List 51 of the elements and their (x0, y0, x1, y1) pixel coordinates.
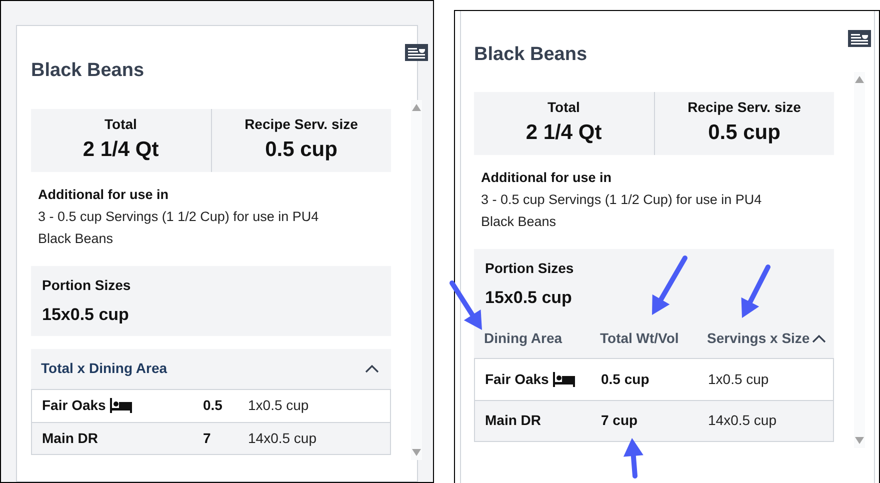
recipe-title: Black Beans (474, 43, 588, 67)
annotation-arrow (450, 280, 482, 330)
table-cell-text: 7 (203, 428, 212, 448)
scroll-down-icon[interactable] (855, 437, 864, 444)
table-cell-text: 7 cup (601, 411, 639, 430)
portion-label: Portion Sizes (485, 258, 575, 278)
chevron-icon[interactable] (365, 364, 379, 373)
column-header: Total Wt/Vol (600, 328, 680, 348)
column-header: Servings x Size (707, 328, 811, 348)
column-header: Dining Area (484, 328, 564, 348)
annotation-arrow (652, 256, 688, 315)
portion-value: 15x0.5 cup (485, 286, 573, 308)
bed-icon (552, 372, 575, 386)
additional-label: Additional for use in (481, 168, 612, 186)
summary-label: Total (104, 114, 137, 134)
dining-area-name: Fair Oaks (42, 396, 106, 415)
table-cell-text: 0.5 (203, 396, 224, 415)
recipe-title: Black Beans (31, 59, 144, 83)
scroll-up-icon[interactable] (855, 76, 864, 83)
dining-area-name: Main DR (42, 428, 98, 448)
table-cell-text: 1x0.5 cup (248, 396, 309, 415)
summary-value: 2 1/4 Qt (526, 120, 602, 146)
table-cell-text: 14x0.5 cup (248, 428, 316, 448)
dining-area-name: Main DR (485, 411, 541, 430)
scrollbar[interactable] (411, 100, 422, 460)
additional-text: 3 - 0.5 cup Servings (1 1/2 Cup) for use in PU4 Black Beans (38, 208, 320, 248)
annotation-arrow (741, 264, 770, 318)
table-cell-text: 14x0.5 cup (708, 411, 776, 430)
portion-label: Portion Sizes (42, 276, 132, 294)
scroll-down-icon[interactable] (412, 449, 421, 456)
summary-value: 0.5 cup (265, 136, 338, 162)
annotation-arrow (623, 438, 644, 478)
summary-label: Recipe Serv. size (244, 114, 358, 134)
table-cell-text: 1x0.5 cup (708, 370, 769, 389)
chevron-icon[interactable] (812, 334, 826, 342)
recipe-card-icon[interactable] (405, 44, 428, 61)
dining-area-name: Fair Oaks (485, 370, 549, 388)
scrollbar[interactable] (854, 72, 865, 448)
additional-text: 3 - 0.5 cup Servings (1 1/2 Cup) for use in PU4 Black Beans (481, 190, 763, 230)
scroll-up-icon[interactable] (412, 104, 421, 111)
summary-value: 2 1/4 Qt (82, 136, 159, 162)
summary-label: Total (548, 98, 580, 116)
summary-value: 0.5 cup (708, 120, 780, 146)
recipe-card-icon[interactable] (848, 30, 871, 47)
bed-icon (110, 398, 132, 413)
summary-label: Recipe Serv. size (688, 98, 801, 117)
section-header[interactable]: Total x Dining Area (31, 348, 391, 390)
portion-value: 15x0.5 cup (42, 304, 130, 326)
section-title: Total x Dining Area (41, 359, 168, 378)
additional-label: Additional for use in (38, 186, 170, 204)
table-cell-text: 0.5 cup (601, 370, 650, 389)
